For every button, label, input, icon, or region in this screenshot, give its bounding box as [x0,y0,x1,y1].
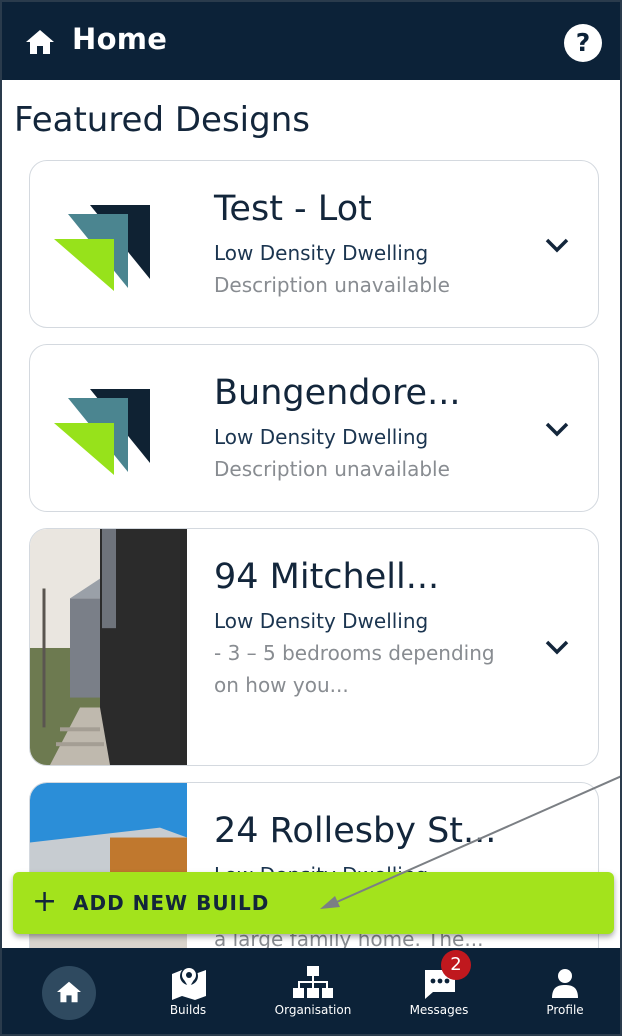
home-icon [57,981,81,1003]
design-description: Description unavailable [214,273,450,297]
add-new-build-button[interactable]: + ADD NEW BUILD [13,872,614,934]
design-name: Bungendore... [214,373,461,413]
chevron-down-icon[interactable] [544,237,570,253]
plus-icon: + [32,884,58,919]
design-type: Low Density Dwelling [214,609,429,633]
nav-label: Organisation [274,1003,352,1017]
nav-item-home[interactable] [8,948,118,1034]
chevron-down-icon[interactable] [544,639,570,655]
brand-logo-icon [54,389,150,475]
nav-item-builds[interactable]: Builds [133,948,243,1034]
nav-item-organisation[interactable]: Organisation [258,948,368,1034]
house-photo [30,529,187,765]
page-title: Home [72,22,168,56]
nav-item-messages[interactable]: 2 Messages [384,948,494,1034]
nav-label: Messages [409,1003,469,1017]
design-name: 94 Mitchell... [214,557,440,597]
unread-badge: 2 [441,950,471,980]
app-screen: Home ? Featured Designs Test - Lot Low D… [0,0,622,1036]
design-type: Low Density Dwelling [214,425,429,449]
add-new-build-label: ADD NEW BUILD [73,891,270,915]
nav-label: Builds [169,1003,207,1017]
person-icon [552,969,578,998]
nav-item-profile[interactable]: Profile [510,948,620,1034]
home-icon[interactable] [24,28,56,56]
design-name: Test - Lot [214,189,372,229]
design-card[interactable]: Test - Lot Low Density Dwelling Descript… [29,160,599,328]
brand-logo-icon [54,205,150,291]
design-name: 24 Rollesby St... [214,811,497,851]
nav-label: Profile [546,1003,584,1017]
chevron-down-icon[interactable] [544,421,570,437]
section-title: Featured Designs [14,100,310,140]
map-pin-icon [172,967,206,1000]
design-card[interactable]: 94 Mitchell... Low Density Dwelling - 3 … [29,528,599,766]
design-description: Description unavailable [214,457,450,481]
design-card[interactable]: Bungendore... Low Density Dwelling Descr… [29,344,599,512]
org-chart-icon [293,966,333,998]
design-type: Low Density Dwelling [214,241,429,265]
bottom-nav: Builds Organisation 2 Messages Profile [2,948,620,1034]
app-bar: Home ? [2,2,620,80]
help-button[interactable]: ? [564,24,602,62]
design-description: - 3 – 5 bedrooms depending on how you... [214,641,495,697]
